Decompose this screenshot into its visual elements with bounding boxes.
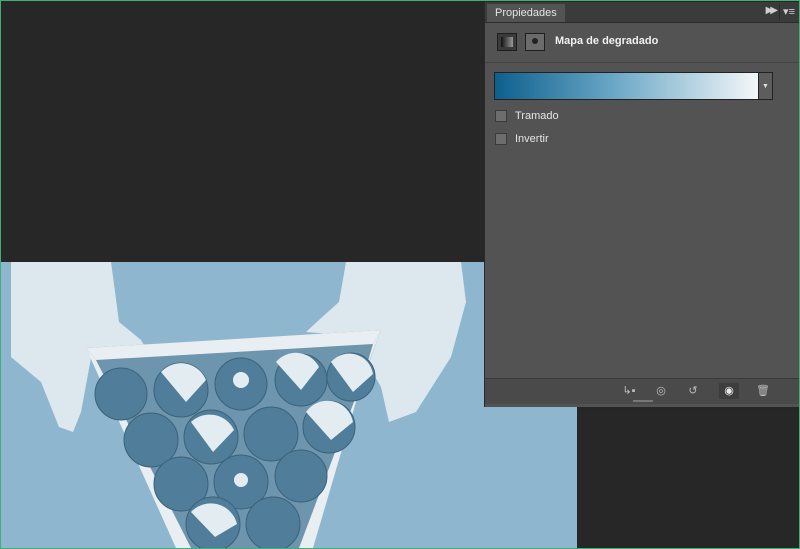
layer-mask-icon[interactable]: [525, 33, 545, 51]
trash-icon[interactable]: 🗑: [753, 383, 773, 399]
tab-bar-divider: [779, 4, 780, 20]
gradient-picker-dropdown[interactable]: ▼: [759, 72, 773, 100]
view-previous-state-icon[interactable]: ◎: [651, 383, 671, 399]
dither-label: Tramado: [515, 110, 559, 122]
chevron-down-icon: ▼: [762, 83, 769, 90]
panel-tab-bar: Propiedades ▶▶ ▾≡: [485, 2, 799, 23]
properties-panel: Propiedades ▶▶ ▾≡ Mapa de degradado ▼ Tr…: [484, 2, 799, 407]
header-divider: [485, 62, 799, 63]
reset-icon[interactable]: ↺: [683, 383, 703, 399]
panel-footer-toolbar: ↳▪ ◎ ↺ ◉ 🗑: [485, 378, 799, 404]
gradient-preview[interactable]: [494, 72, 759, 100]
reverse-checkbox[interactable]: [495, 133, 507, 145]
resize-grip[interactable]: [633, 400, 653, 402]
eye-icon[interactable]: ◉: [719, 383, 739, 399]
gradient-map-icon[interactable]: [497, 33, 517, 51]
dither-checkbox[interactable]: [495, 110, 507, 122]
panel-menu-icon[interactable]: ▾≡: [783, 5, 795, 18]
canvas-empty-area: [1, 1, 484, 262]
clip-to-layer-icon[interactable]: ↳▪: [619, 383, 639, 399]
double-chevron-right-icon[interactable]: ▶▶: [766, 5, 779, 16]
reverse-label: Invertir: [515, 133, 549, 145]
tab-properties[interactable]: Propiedades: [487, 4, 565, 22]
panel-title: Mapa de degradado: [555, 35, 659, 47]
